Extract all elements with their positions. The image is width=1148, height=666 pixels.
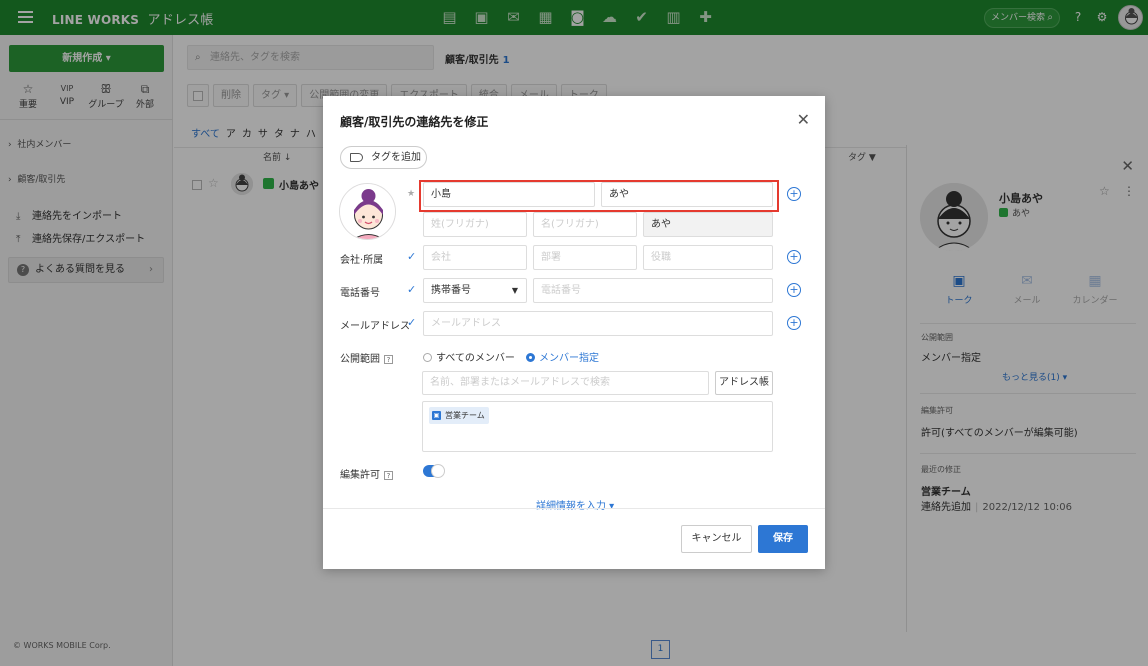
tag-icon [350,153,363,162]
phone-type-select[interactable]: 携帯番号 ▼ [423,278,527,303]
scope-all-label: すべてのメンバー [436,353,515,364]
department-input[interactable]: 部署 [533,245,637,270]
addressbook-button[interactable]: アドレス帳 [715,371,773,395]
save-button[interactable]: 保存 [758,525,808,553]
required-icon: ★ [407,189,416,199]
add-company-icon[interactable]: + [787,250,801,264]
check-icon: ✓ [407,250,417,263]
caret-down-icon: ▼ [511,286,518,295]
first-kana-input[interactable]: 名(フリガナ) [533,212,637,237]
scope-label: 公開範囲? [340,350,393,365]
toggle-knob [431,464,445,478]
selected-members: ▣ 営業チーム [422,401,773,452]
member-chip-label: 営業チーム [445,411,485,420]
add-tag-button[interactable]: タグを追加 [340,146,427,169]
cancel-button[interactable]: キャンセル [681,525,752,553]
job-title-input[interactable]: 役職 [643,245,773,270]
radio-icon [526,353,535,362]
scope-label-text: 公開範囲 [340,354,380,365]
more-details-link[interactable]: 詳細情報を入力 ▾ [536,497,614,512]
help-icon[interactable]: ? [384,355,393,364]
scope-members-label: メンバー指定 [539,353,599,364]
edit-contact-dialog: 顧客/取引先の連絡先を修正 ✕ タグを追加 ★ 小島 あや + 姓(フリガナ) … [323,96,825,569]
check-icon: ✓ [407,316,417,329]
add-phone-icon[interactable]: + [787,283,801,297]
scope-all-radio[interactable]: すべてのメンバー [423,349,515,364]
phone-input[interactable]: 電話番号 [533,278,773,303]
phone-label: 電話番号 [340,288,380,299]
member-chip[interactable]: ▣ 営業チーム [429,407,489,424]
name-highlight [419,180,779,212]
member-search-input[interactable]: 名前、部署またはメールアドレスで検索 [422,371,709,395]
contact-photo[interactable] [339,183,396,240]
edit-label-text: 編集許可 [340,470,380,481]
phone-type-value: 携帯番号 [431,285,471,296]
company-input[interactable]: 会社 [423,245,527,270]
scope-members-radio[interactable]: メンバー指定 [526,349,599,364]
email-input[interactable]: メールアドレス [423,311,773,336]
add-tag-label: タグを追加 [371,152,421,163]
dialog-title: 顧客/取引先の連絡先を修正 [340,115,489,129]
close-icon[interactable]: ✕ [797,110,810,129]
team-icon: ▣ [432,411,441,420]
company-label: 会社·所属 [340,255,384,266]
edit-permission-toggle[interactable] [423,464,445,478]
radio-icon [423,353,432,362]
nickname-input[interactable]: あや [643,212,773,237]
edit-permission-label: 編集許可? [340,466,393,481]
add-name-icon[interactable]: + [787,187,801,201]
help-icon[interactable]: ? [384,471,393,480]
check-icon: ✓ [407,283,417,296]
divider [323,508,825,509]
email-label: メールアドレス [340,321,410,332]
add-email-icon[interactable]: + [787,316,801,330]
last-kana-input[interactable]: 姓(フリガナ) [423,212,527,237]
